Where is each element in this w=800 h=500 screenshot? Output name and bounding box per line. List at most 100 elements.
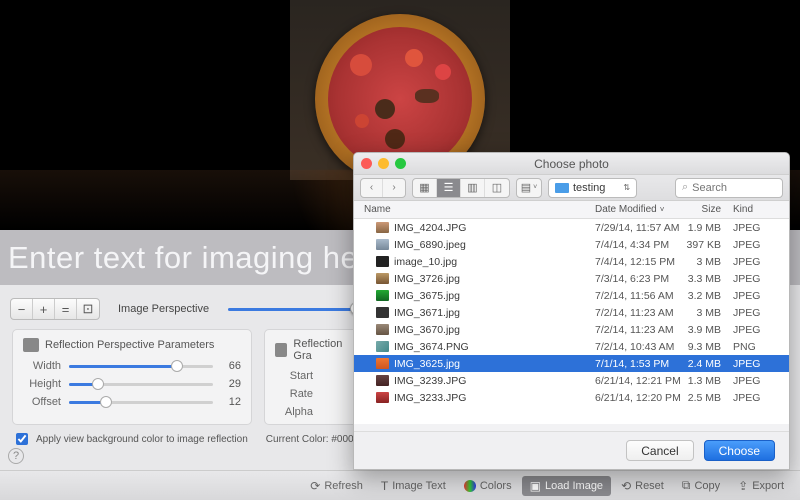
file-row[interactable]: IMG_3675.jpg7/2/14, 11:56 AM3.2 MBJPEG bbox=[354, 287, 789, 304]
close-icon[interactable] bbox=[361, 158, 372, 169]
file-kind: JPEG bbox=[727, 290, 767, 302]
folder-dropdown[interactable]: testing ⇅ bbox=[548, 178, 637, 198]
header-name[interactable]: Name bbox=[354, 204, 595, 215]
file-thumbnail-icon bbox=[376, 273, 389, 284]
file-thumbnail-icon bbox=[376, 375, 389, 386]
file-row[interactable]: IMG_3670.jpg7/2/14, 11:23 AM3.9 MBJPEG bbox=[354, 321, 789, 338]
file-date: 7/4/14, 4:34 PM bbox=[595, 239, 681, 251]
panel-title: Reflection Perspective Parameters bbox=[45, 339, 214, 351]
search-field[interactable]: ⌕ bbox=[675, 178, 783, 198]
file-kind: JPEG bbox=[727, 256, 767, 268]
folder-icon bbox=[555, 183, 569, 193]
file-date: 7/2/14, 11:23 AM bbox=[595, 324, 681, 336]
file-name: IMG_3239.JPG bbox=[394, 375, 466, 387]
file-thumbnail-icon bbox=[376, 307, 389, 318]
zoom-fit-button[interactable]: ⊡ bbox=[77, 299, 99, 319]
file-row[interactable]: IMG_3233.JPG6/21/14, 12:20 PM2.5 MBJPEG bbox=[354, 389, 789, 406]
load-image-button[interactable]: ▣Load Image bbox=[522, 476, 611, 496]
file-date: 7/2/14, 10:43 AM bbox=[595, 341, 681, 353]
file-size: 3 MB bbox=[681, 256, 727, 268]
file-row[interactable]: IMG_4204.JPG 7/29/14, 11:57 AM1.9 MBJPEG bbox=[354, 219, 789, 236]
file-thumbnail-icon bbox=[376, 392, 389, 403]
file-date: 7/4/14, 12:15 PM bbox=[595, 256, 681, 268]
header-size[interactable]: Size bbox=[681, 204, 727, 215]
slider-label: Height bbox=[23, 378, 61, 390]
group-by-button[interactable]: ▤ ˅ bbox=[517, 179, 541, 197]
slider-label: Alpha bbox=[275, 406, 313, 418]
dialog-titlebar[interactable]: Choose photo bbox=[354, 153, 789, 175]
zoom-in-button[interactable]: + bbox=[33, 299, 55, 319]
view-list-button[interactable]: ☰ bbox=[437, 179, 461, 197]
cancel-button[interactable]: Cancel bbox=[626, 440, 693, 461]
file-name: IMG_3674.PNG bbox=[394, 341, 469, 353]
file-row[interactable]: IMG_3726.jpg7/3/14, 6:23 PM3.3 MBJPEG bbox=[354, 270, 789, 287]
file-row[interactable]: IMG_3239.JPG6/21/14, 12:21 PM1.3 MBJPEG bbox=[354, 372, 789, 389]
view-icon-button[interactable]: ▦ bbox=[413, 179, 437, 197]
file-date: 6/21/14, 12:21 PM bbox=[595, 375, 681, 387]
slider-value: 29 bbox=[221, 378, 241, 390]
file-row[interactable]: IMG_3625.jpg7/1/14, 1:53 PM2.4 MBJPEG bbox=[354, 355, 789, 372]
reset-button[interactable]: ⟲Reset bbox=[613, 476, 672, 496]
header-kind[interactable]: Kind bbox=[727, 204, 767, 215]
bottom-toolbar: ⟳Refresh TImage Text Colors ▣Load Image … bbox=[0, 470, 800, 500]
file-size: 2.4 MB bbox=[681, 358, 727, 370]
choose-button[interactable]: Choose bbox=[704, 440, 775, 461]
search-input[interactable] bbox=[692, 182, 776, 194]
file-list[interactable]: IMG_4204.JPG7/29/14, 11:57 AM1.9 MBJPEGI… bbox=[354, 219, 789, 424]
file-date: 7/2/14, 11:56 AM bbox=[595, 290, 681, 302]
refresh-button[interactable]: ⟳Refresh bbox=[302, 476, 371, 496]
file-thumbnail-icon bbox=[376, 290, 389, 301]
view-column-button[interactable]: ▥ bbox=[461, 179, 485, 197]
file-kind: JPEG bbox=[727, 324, 767, 336]
file-row[interactable]: image_10.jpg7/4/14, 12:15 PM3 MBJPEG bbox=[354, 253, 789, 270]
file-name: IMG_4204.JPG bbox=[394, 222, 466, 234]
help-button[interactable]: ? bbox=[8, 448, 24, 464]
panel-title: Reflection Gra bbox=[293, 338, 348, 362]
slider-value: 66 bbox=[221, 360, 241, 372]
image-text-button[interactable]: TImage Text bbox=[373, 476, 454, 496]
file-row[interactable]: IMG_3674.PNG7/2/14, 10:43 AM9.3 MBPNG bbox=[354, 338, 789, 355]
file-kind: JPEG bbox=[727, 222, 767, 234]
zoom-icon[interactable] bbox=[395, 158, 406, 169]
file-date: 6/21/14, 12:20 PM bbox=[595, 392, 681, 404]
slider-label: Width bbox=[23, 360, 61, 372]
file-thumbnail-icon bbox=[376, 341, 389, 352]
file-name: IMG_3670.jpg bbox=[394, 324, 460, 336]
dialog-title: Choose photo bbox=[534, 157, 609, 171]
file-thumbnail-icon bbox=[376, 324, 389, 335]
nav-forward-button[interactable]: › bbox=[383, 179, 405, 197]
refresh-icon: ⟳ bbox=[310, 479, 320, 493]
export-button[interactable]: ⇪Export bbox=[730, 476, 792, 496]
column-headers[interactable]: Name Date Modified˅ Size Kind bbox=[354, 201, 789, 219]
colors-button[interactable]: Colors bbox=[456, 477, 520, 495]
file-row[interactable]: IMG_6890.jpeg7/4/14, 4:34 PM397 KBJPEG bbox=[354, 236, 789, 253]
header-date[interactable]: Date Modified˅ bbox=[595, 204, 681, 215]
apply-bg-color-checkbox[interactable] bbox=[16, 433, 28, 445]
offset-slider[interactable] bbox=[69, 401, 213, 404]
perspective-slider[interactable] bbox=[228, 300, 358, 303]
zoom-out-button[interactable]: − bbox=[11, 299, 33, 319]
file-row[interactable]: IMG_3671.jpg7/2/14, 11:23 AM3 MBJPEG bbox=[354, 304, 789, 321]
file-name: IMG_6890.jpeg bbox=[394, 239, 466, 251]
slider-rows-b: StartRateAlpha bbox=[275, 370, 348, 418]
height-slider[interactable] bbox=[69, 383, 213, 386]
copy-button[interactable]: ⧉Copy bbox=[674, 475, 728, 496]
file-thumbnail-icon bbox=[376, 239, 389, 250]
file-size: 397 KB bbox=[681, 239, 727, 251]
view-coverflow-button[interactable]: ◫ bbox=[485, 179, 509, 197]
panel-icon bbox=[275, 343, 287, 357]
minimize-icon[interactable] bbox=[378, 158, 389, 169]
file-size: 3 MB bbox=[681, 307, 727, 319]
zoom-actual-button[interactable]: = bbox=[55, 299, 77, 319]
slider-rows-a: Width66Height29Offset12 bbox=[23, 360, 241, 408]
nav-back-button[interactable]: ‹ bbox=[361, 179, 383, 197]
file-name: IMG_3625.jpg bbox=[394, 358, 460, 370]
file-date: 7/29/14, 11:57 AM bbox=[595, 222, 681, 234]
file-kind: JPEG bbox=[727, 273, 767, 285]
file-size: 9.3 MB bbox=[681, 341, 727, 353]
file-size: 1.9 MB bbox=[681, 222, 727, 234]
apply-bg-color-label: Apply view background color to image ref… bbox=[36, 434, 248, 445]
file-thumbnail-icon bbox=[376, 358, 389, 369]
width-slider[interactable] bbox=[69, 365, 213, 368]
copy-icon: ⧉ bbox=[682, 478, 691, 493]
